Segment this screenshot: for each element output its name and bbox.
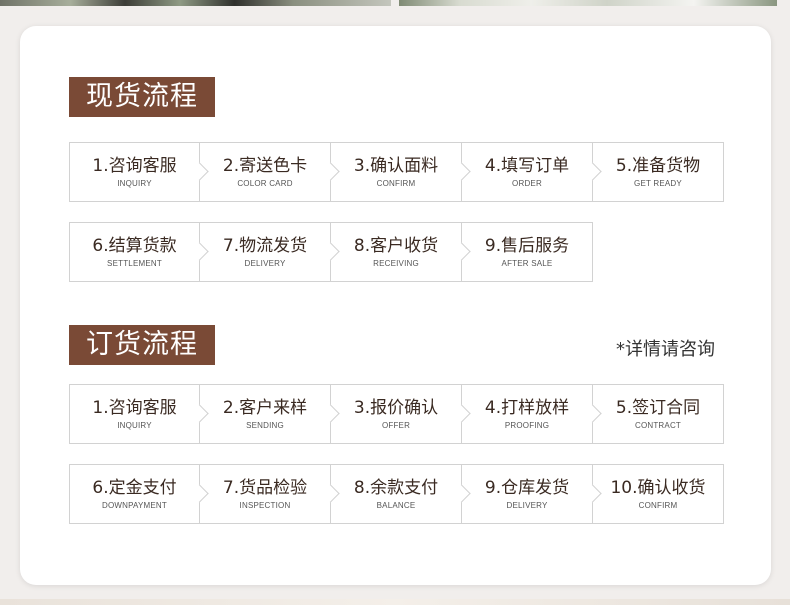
step-english: INQUIRY	[117, 179, 152, 188]
order-process-row-2: 6.定金支付 DOWNPAYMENT 7.货品检验 INSPECTION 8.余…	[69, 464, 724, 524]
step-english: BALANCE	[376, 501, 416, 510]
step-label: 4.打样放样	[484, 398, 570, 418]
spot-process-row-2: 6.结算货款 SETTLEMENT 7.物流发货 DELIVERY 8.客户收货…	[69, 222, 593, 282]
step-english: GET READY	[634, 179, 682, 188]
spot-process-title: 现货流程	[69, 77, 215, 117]
spot-step: 8.客户收货 RECEIVING	[331, 222, 471, 282]
step-label: 6.结算货款	[92, 236, 177, 256]
step-english: CONTRACT	[634, 421, 682, 430]
step-english: OFFER	[381, 421, 411, 430]
step-label: 3.报价确认	[353, 398, 439, 418]
step-label: 8.余款支付	[353, 478, 439, 498]
step-english: DELIVERY	[244, 259, 286, 268]
order-step: 4.打样放样 PROOFING	[462, 384, 602, 444]
step-english: SETTLEMENT	[107, 259, 162, 268]
spot-step: 5.准备货物 GET READY	[593, 142, 724, 202]
order-step: 5.签订合同 CONTRACT	[593, 384, 724, 444]
step-label: 7.物流发货	[222, 236, 308, 256]
step-label: 5.签订合同	[615, 398, 701, 418]
order-step: 1.咨询客服 INQUIRY	[69, 384, 209, 444]
step-label: 5.准备货物	[615, 156, 701, 176]
spot-step: 1.咨询客服 INQUIRY	[69, 142, 209, 202]
top-photo-strip	[0, 0, 790, 8]
spot-process-row-1: 1.咨询客服 INQUIRY 2.寄送色卡 COLOR CARD 3.确认面料 …	[69, 142, 724, 202]
step-english: RECEIVING	[373, 259, 419, 268]
step-label: 3.确认面料	[353, 156, 439, 176]
spot-step: 2.寄送色卡 COLOR CARD	[200, 142, 340, 202]
step-label: 6.定金支付	[92, 478, 177, 498]
step-english: INSPECTION	[239, 501, 291, 510]
order-process-row-1: 1.咨询客服 INQUIRY 2.客户来样 SENDING 3.报价确认 OFF…	[69, 384, 724, 444]
order-step: 3.报价确认 OFFER	[331, 384, 471, 444]
step-label: 2.寄送色卡	[222, 156, 308, 176]
step-english: SENDING	[246, 421, 284, 430]
step-label: 2.客户来样	[222, 398, 308, 418]
step-label: 10.确认收货	[610, 478, 706, 498]
step-english: INQUIRY	[117, 421, 152, 430]
step-label: 1.咨询客服	[92, 156, 177, 176]
step-label: 1.咨询客服	[92, 398, 177, 418]
step-english: CONFIRM	[638, 501, 678, 510]
bottom-decor-strip	[0, 599, 790, 605]
step-label: 8.客户收货	[353, 236, 439, 256]
step-english: CONFIRM	[376, 179, 416, 188]
order-process-title: 订货流程	[69, 325, 215, 365]
order-step: 10.确认收货 CONFIRM	[593, 464, 724, 524]
product-photo-left	[0, 0, 391, 6]
details-note: *详情请咨询	[616, 339, 715, 360]
step-english: DELIVERY	[506, 501, 548, 510]
spot-step: 6.结算货款 SETTLEMENT	[69, 222, 209, 282]
step-label: 4.填写订单	[484, 156, 570, 176]
step-english: COLOR CARD	[237, 179, 293, 188]
order-step: 9.仓库发货 DELIVERY	[462, 464, 602, 524]
spot-step: 4.填写订单 ORDER	[462, 142, 602, 202]
spot-step: 7.物流发货 DELIVERY	[200, 222, 340, 282]
step-label: 7.货品检验	[222, 478, 308, 498]
step-english: ORDER	[512, 179, 542, 188]
step-label: 9.售后服务	[484, 236, 570, 256]
order-step: 7.货品检验 INSPECTION	[200, 464, 340, 524]
step-english: AFTER SALE	[501, 259, 553, 268]
spot-step: 3.确认面料 CONFIRM	[331, 142, 471, 202]
spot-step: 9.售后服务 AFTER SALE	[462, 222, 593, 282]
order-step: 2.客户来样 SENDING	[200, 384, 340, 444]
product-photo-right	[399, 0, 777, 6]
step-label: 9.仓库发货	[484, 478, 570, 498]
order-step: 8.余款支付 BALANCE	[331, 464, 471, 524]
step-english: PROOFING	[504, 421, 550, 430]
order-step: 6.定金支付 DOWNPAYMENT	[69, 464, 209, 524]
step-english: DOWNPAYMENT	[101, 501, 167, 510]
process-card: 现货流程 1.咨询客服 INQUIRY 2.寄送色卡 COLOR CARD 3.…	[20, 26, 771, 585]
